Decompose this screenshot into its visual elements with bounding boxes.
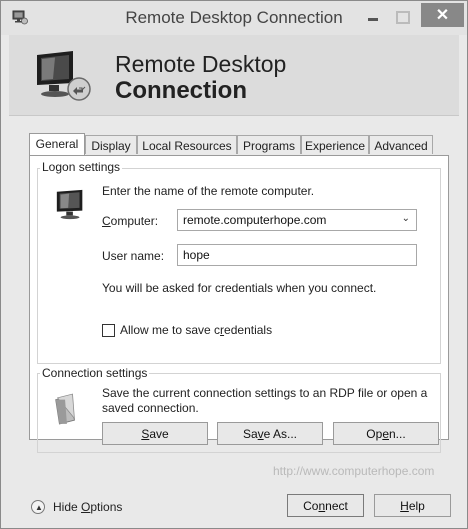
tab-general[interactable]: General (29, 133, 85, 156)
banner-title-line1: Remote Desktop (115, 51, 287, 77)
document-folder-icon (55, 393, 75, 425)
connect-button[interactable]: Connect (287, 494, 364, 517)
tab-programs[interactable]: Programs (237, 135, 301, 154)
logon-settings-label: Logon settings (40, 160, 123, 174)
tab-display[interactable]: Display (85, 135, 137, 154)
computer-monitor-icon (56, 189, 83, 220)
monitor-connection-icon (37, 51, 91, 101)
banner-title-line2: Connection (115, 77, 247, 104)
logon-instruction: Enter the name of the remote computer. (102, 184, 315, 198)
hide-options-link[interactable]: Hide Options (53, 500, 122, 514)
chevron-down-icon[interactable]: ⌄ (402, 213, 410, 224)
save-credentials-checkbox[interactable] (102, 324, 115, 337)
connection-settings-label: Connection settings (40, 366, 150, 380)
chevron-up-circle-icon[interactable]: ▲ (31, 500, 45, 514)
tab-experience[interactable]: Experience (301, 135, 369, 154)
title-bar[interactable]: Remote Desktop Connection ✕ (1, 1, 467, 35)
username-input[interactable]: hope (177, 244, 417, 266)
help-button[interactable]: Help (374, 494, 451, 517)
remote-desktop-window: Remote Desktop Connection ✕ Remote Deskt… (0, 0, 468, 529)
watermark-text: http://www.computerhope.com (273, 464, 435, 478)
tab-advanced[interactable]: Advanced (369, 135, 433, 154)
minimize-button[interactable] (361, 5, 385, 27)
save-button[interactable]: Save (102, 422, 208, 445)
save-credentials-label[interactable]: Allow me to save credentials (120, 323, 272, 337)
computer-value: remote.computerhope.com (183, 213, 327, 227)
close-button[interactable]: ✕ (421, 3, 464, 27)
maximize-icon (396, 11, 410, 24)
username-label: User name: (102, 249, 165, 263)
tab-local-resources[interactable]: Local Resources (137, 135, 237, 154)
connection-description-line1: Save the current connection settings to … (102, 386, 428, 400)
general-tab-panel: Logon settings Enter the name of the rem… (29, 155, 449, 453)
minimize-icon (368, 18, 378, 21)
computer-combobox[interactable]: remote.computerhope.com ⌄ (177, 209, 417, 231)
credentials-note: You will be asked for credentials when y… (102, 281, 377, 295)
computer-label: Computer: (102, 214, 159, 228)
header-banner: Remote Desktop Connection (9, 35, 459, 116)
open-button[interactable]: Open... (333, 422, 439, 445)
connection-description-line2: saved connection. (102, 401, 199, 415)
username-value: hope (183, 248, 210, 262)
maximize-button[interactable] (391, 7, 413, 27)
close-icon: ✕ (435, 7, 450, 24)
save-as-button[interactable]: Save As... (217, 422, 323, 445)
